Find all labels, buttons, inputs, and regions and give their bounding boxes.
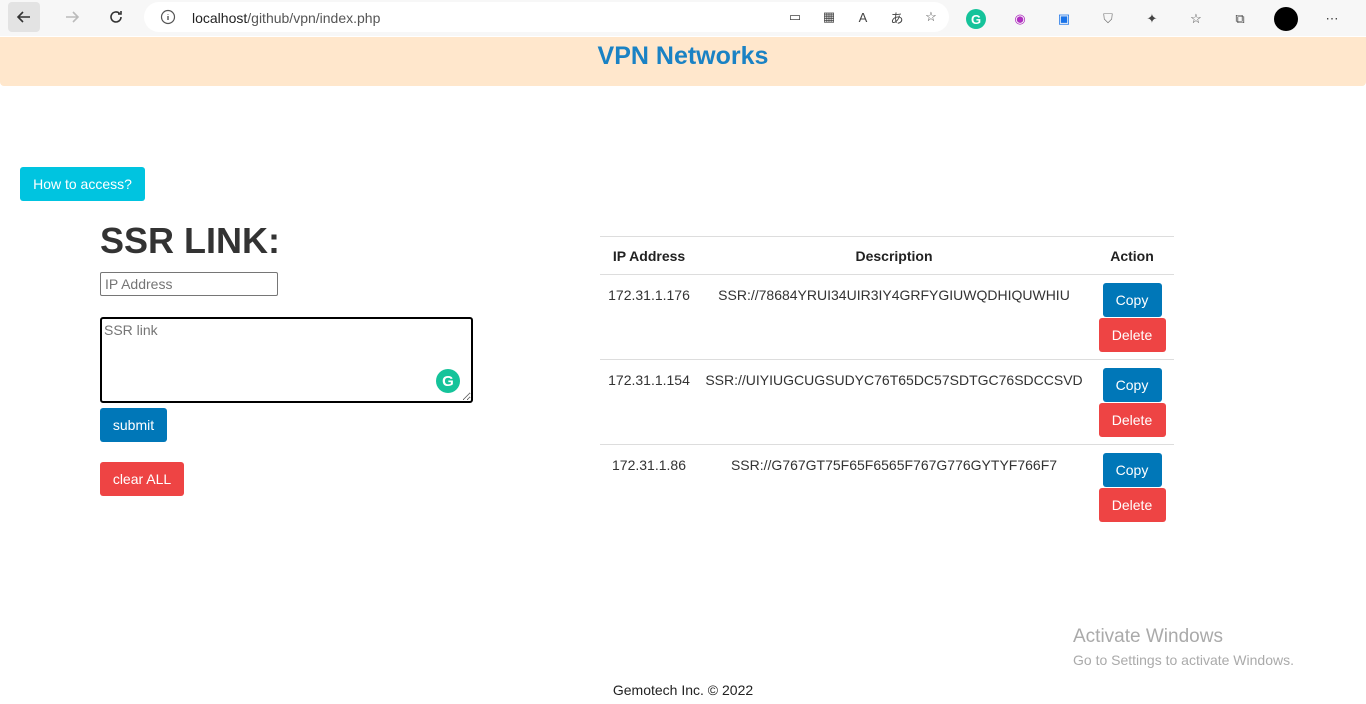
forward-button[interactable] [56, 2, 88, 32]
browser-toolbar: localhost/github/vpn/index.php ▭ ▦ A あ ☆… [0, 0, 1366, 36]
header-description: Description [698, 236, 1090, 275]
submit-button[interactable]: submit [100, 408, 167, 442]
copy-button[interactable]: Copy [1102, 453, 1162, 487]
address-bar[interactable]: localhost/github/vpn/index.php ▭ ▦ A あ ☆ [144, 2, 949, 32]
ip-cell: 172.31.1.176 [600, 274, 698, 360]
reload-button[interactable] [100, 2, 132, 32]
watermark-subtitle: Go to Settings to activate Windows. [1073, 652, 1294, 668]
description-cell: SSR://UIYIUGCUGSUDYC76T65DC57SDTGC76SDCC… [698, 359, 1090, 445]
record-extension-icon[interactable]: ▣ [1054, 9, 1074, 29]
url-host: localhost [192, 10, 248, 26]
reload-icon [110, 11, 122, 23]
table-row: 172.31.1.86 SSR://G767GT75F65F6565F767G7… [600, 445, 1174, 530]
grammarly-icon[interactable]: G [436, 369, 460, 393]
vpn-table: IP Address Description Action 172.31.1.1… [600, 236, 1174, 530]
extensions-puzzle-icon[interactable]: ✦ [1142, 9, 1162, 29]
profile-avatar[interactable] [1274, 7, 1298, 31]
copy-button[interactable]: Copy [1102, 283, 1162, 317]
app-available-icon[interactable]: ▭ [785, 7, 805, 27]
read-aloud-icon[interactable]: A [853, 7, 873, 27]
table-row: 172.31.1.154 SSR://UIYIUGCUGSUDYC76T65DC… [600, 359, 1174, 445]
back-button[interactable] [8, 2, 40, 32]
delete-button[interactable]: Delete [1098, 318, 1166, 352]
table-row: 172.31.1.176 SSR://78684YRUI34UIR3IY4GRF… [600, 274, 1174, 360]
ssr-link-textarea[interactable] [100, 317, 473, 403]
url-text: localhost/github/vpn/index.php [192, 10, 380, 26]
footer-copyright: Gemotech Inc. © 2022 [612, 682, 754, 698]
delete-button[interactable]: Delete [1098, 488, 1166, 522]
grammarly-extension-icon[interactable]: G [966, 9, 986, 29]
ip-cell: 172.31.1.154 [600, 359, 698, 445]
shield-extension-icon[interactable]: ⛉ [1098, 9, 1118, 29]
form-title: SSR LINK: [100, 220, 280, 261]
translate-icon[interactable]: あ [887, 7, 907, 27]
clear-all-button[interactable]: clear ALL [100, 462, 184, 496]
windows-activation-watermark: Activate Windows Go to Settings to activ… [1073, 626, 1294, 668]
page-title: VPN Networks [597, 42, 769, 70]
favorites-icon[interactable]: ☆ [1186, 9, 1206, 29]
delete-button[interactable]: Delete [1098, 403, 1166, 437]
info-icon[interactable] [160, 9, 176, 30]
qr-code-icon[interactable]: ▦ [819, 7, 839, 27]
broadcast-extension-icon[interactable]: ◉ [1010, 9, 1030, 29]
table-header-row: IP Address Description Action [600, 236, 1174, 275]
how-to-access-button[interactable]: How to access? [20, 167, 145, 201]
watermark-title: Activate Windows [1073, 626, 1223, 647]
ip-address-input[interactable] [100, 272, 278, 296]
more-menu-icon[interactable]: ⋯ [1322, 9, 1342, 29]
arrow-left-icon [16, 11, 30, 23]
copy-button[interactable]: Copy [1102, 368, 1162, 402]
header-ip-address: IP Address [600, 236, 698, 275]
action-cell: Copy Delete [1090, 445, 1174, 530]
ssr-link-field-wrapper: G [100, 317, 473, 403]
collections-icon[interactable]: ⧉ [1230, 9, 1250, 29]
site-header: VPN Networks [0, 37, 1366, 86]
header-action: Action [1090, 236, 1174, 275]
action-cell: Copy Delete [1090, 274, 1174, 360]
ip-cell: 172.31.1.86 [612, 457, 686, 473]
action-cell: Copy Delete [1090, 359, 1174, 445]
arrow-right-icon [66, 11, 80, 23]
url-path: /github/vpn/index.php [247, 10, 381, 26]
favorite-add-icon[interactable]: ☆ [921, 7, 941, 27]
description-cell: SSR://G767GT75F65F6565F767G776GYTYF766F7 [730, 457, 1058, 473]
description-cell: SSR://78684YRUI34UIR3IY4GRFYGIUWQDHIQUWH… [698, 274, 1090, 360]
